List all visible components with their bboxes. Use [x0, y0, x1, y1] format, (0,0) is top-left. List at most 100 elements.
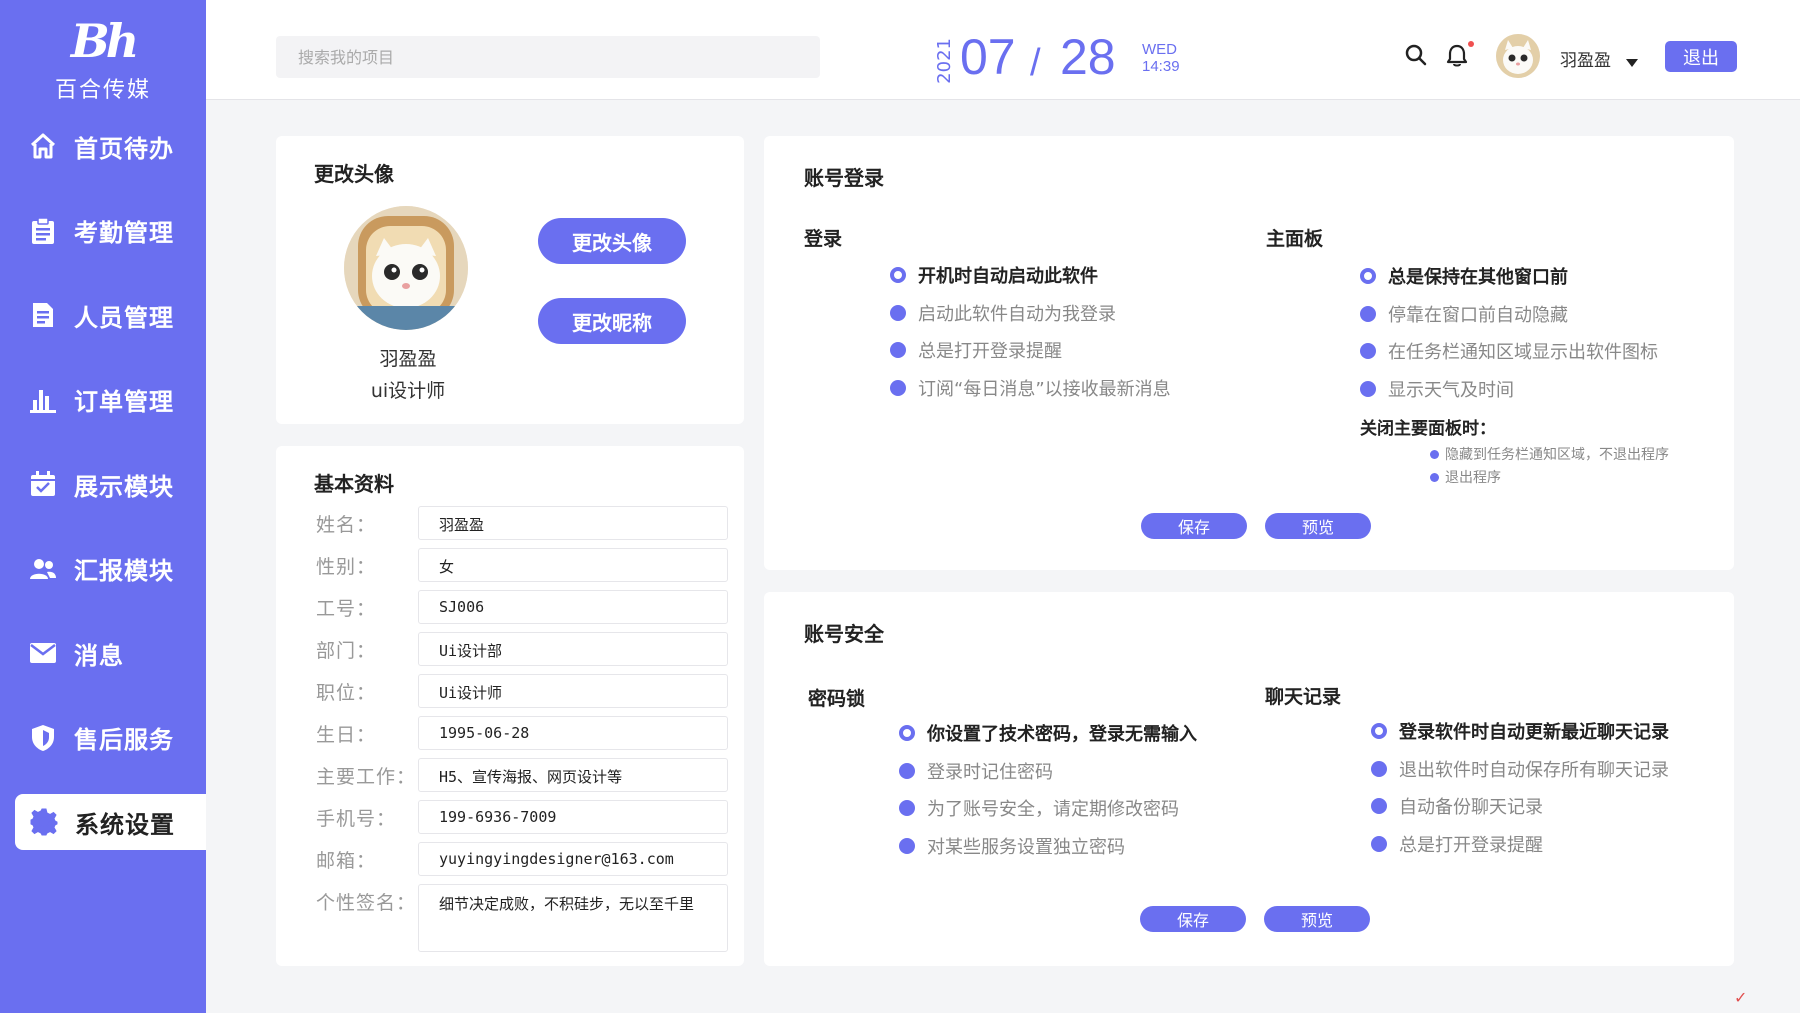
option-chat-login-reminder[interactable]: 总是打开登录提醒 [1371, 831, 1543, 857]
option-save-chat[interactable]: 退出软件时自动保存所有聊天记录 [1371, 756, 1669, 782]
field-value[interactable]: 女 [418, 548, 728, 582]
option-weather-time[interactable]: 显示天气及时间 [1360, 376, 1514, 402]
top-header: 2021 07 / 28 WED 14:39 羽盈盈 退出 [206, 0, 1800, 100]
option-exit-program[interactable]: 退出程序 [1430, 467, 1501, 487]
sidebar-item-settings[interactable]: 系统设置 [15, 794, 206, 850]
change-avatar-button[interactable]: 更改头像 [538, 218, 686, 264]
date-year: 2021 [934, 38, 955, 84]
date-time: 14:39 [1142, 58, 1180, 75]
search-input[interactable] [276, 36, 820, 78]
avatar[interactable] [1496, 34, 1540, 78]
field-label: 工号： [316, 598, 377, 620]
sidebar-item-label: 消息 [74, 641, 124, 670]
sidebar-item-home[interactable]: 首页待办 [0, 118, 206, 174]
account-login-card: 账号登录 登录 开机时自动启动此软件 启动此软件自动为我登录 总是打开登录提醒 … [764, 136, 1734, 570]
field-birthday: 生日： 1995-06-28 [316, 716, 728, 750]
option-auto-start[interactable]: 开机时自动启动此软件 [890, 262, 1098, 288]
field-value[interactable]: H5、宣传海报、网页设计等 [418, 758, 728, 792]
clipboard-icon [28, 216, 58, 246]
field-label: 个性签名： [316, 892, 417, 914]
option-change-password[interactable]: 为了账号安全，请定期修改密码 [899, 795, 1179, 821]
search-icon[interactable] [1405, 44, 1427, 70]
basic-info-card: 基本资料 姓名： 羽盈盈 性别： 女 工号： SJ006 部门： Ui设计部 职位： Ui… [276, 446, 744, 966]
password-subtitle: 密码锁 [808, 688, 866, 710]
field-value[interactable]: Ui设计师 [418, 674, 728, 708]
field-value[interactable]: 羽盈盈 [418, 506, 728, 540]
field-label: 生日： [316, 724, 377, 746]
gear-icon [29, 807, 59, 837]
sidebar-item-report[interactable]: 汇报模块 [0, 541, 206, 597]
radio-dot [1371, 836, 1387, 852]
option-separate-password[interactable]: 对某些服务设置独立密码 [899, 833, 1125, 859]
date-day: 28 [1060, 29, 1116, 85]
option-remember-password[interactable]: 登录时记住密码 [899, 758, 1053, 784]
sidebar-item-attendance[interactable]: 考勤管理 [0, 203, 206, 259]
sidebar-item-after-sales[interactable]: 售后服务 [0, 710, 206, 766]
field-signature: 个性签名： 细节决定成败，不积硅步，无以至千里 [316, 884, 728, 952]
option-always-on-top[interactable]: 总是保持在其他窗口前 [1360, 263, 1568, 289]
radio-dot [1371, 798, 1387, 814]
logo-mark: Bh [70, 14, 139, 68]
option-tech-password[interactable]: 你设置了技术密码，登录无需输入 [899, 720, 1197, 746]
users-icon [28, 554, 58, 584]
field-value[interactable]: 1995-06-28 [418, 716, 728, 750]
field-phone: 手机号： 199-6936-7009 [316, 800, 728, 834]
mail-icon [28, 638, 58, 668]
option-backup-chat[interactable]: 自动备份聊天记录 [1371, 793, 1543, 819]
field-value[interactable]: yuyingyingdesigner@163.com [418, 842, 728, 876]
option-update-chat[interactable]: 登录软件时自动更新最近聊天记录 [1371, 718, 1669, 744]
calendar-check-icon [28, 469, 58, 499]
radio-dot [890, 342, 906, 358]
sidebar-item-label: 订单管理 [74, 388, 174, 416]
field-value[interactable]: 细节决定成败，不积硅步，无以至千里 [418, 884, 728, 952]
field-value[interactable]: 199-6936-7009 [418, 800, 728, 834]
option-login-reminder[interactable]: 总是打开登录提醒 [890, 337, 1062, 363]
field-value[interactable]: Ui设计部 [418, 632, 728, 666]
sidebar-item-messages[interactable]: 消息 [0, 625, 206, 681]
radio-dot [899, 725, 915, 741]
field-label: 职位： [316, 682, 377, 704]
option-auto-hide[interactable]: 停靠在窗口前自动隐藏 [1360, 301, 1568, 327]
radio-dot [1371, 761, 1387, 777]
security-save-button[interactable]: 保存 [1140, 906, 1246, 932]
date-month: 07 [960, 29, 1016, 85]
sidebar-item-orders[interactable]: 订单管理 [0, 372, 206, 428]
login-save-button[interactable]: 保存 [1141, 513, 1247, 539]
change-nickname-button[interactable]: 更改昵称 [538, 298, 686, 344]
option-hide-to-tray[interactable]: 隐藏到任务栏通知区域，不退出程序 [1430, 444, 1669, 464]
field-label: 性别： [316, 556, 377, 578]
option-auto-login[interactable]: 启动此软件自动为我登录 [890, 300, 1116, 326]
field-email: 邮箱： yuyingyingdesigner@163.com [316, 842, 728, 876]
security-preview-button[interactable]: 预览 [1264, 906, 1370, 932]
logout-button[interactable]: 退出 [1665, 41, 1737, 72]
username[interactable]: 羽盈盈 [1560, 46, 1611, 71]
profile-role: ui设计师 [370, 380, 446, 402]
account-login-title: 账号登录 [792, 156, 884, 191]
date-weekday: WED [1142, 41, 1177, 58]
sidebar-item-label: 展示模块 [74, 472, 174, 501]
brand-logo: Bh 百合传媒 [0, 14, 206, 104]
field-position: 职位： Ui设计师 [316, 674, 728, 708]
sidebar-item-display[interactable]: 展示模块 [0, 456, 206, 512]
radio-dot [890, 267, 906, 283]
radio-dot [1360, 268, 1376, 284]
option-tray-icon[interactable]: 在任务栏通知区域显示出软件图标 [1360, 338, 1658, 364]
radio-dot [899, 800, 915, 816]
bell-icon[interactable] [1446, 44, 1468, 72]
radio-dot [1430, 472, 1439, 482]
field-employee-id: 工号： SJ006 [316, 590, 728, 624]
check-icon: ✓ [1734, 988, 1748, 1007]
chevron-down-icon[interactable] [1626, 52, 1638, 71]
radio-dot [899, 838, 915, 854]
document-icon [28, 300, 58, 330]
field-value[interactable]: SJ006 [418, 590, 728, 624]
field-main-work: 主要工作： H5、宣传海报、网页设计等 [316, 758, 728, 792]
chat-subtitle: 聊天记录 [1265, 686, 1342, 708]
radio-dot [1360, 306, 1376, 322]
field-name: 姓名： 羽盈盈 [316, 506, 728, 540]
sidebar-item-label: 系统设置 [75, 810, 175, 839]
option-daily-news[interactable]: 订阅“每日消息”以接收最新消息 [890, 375, 1171, 401]
sidebar-item-staff[interactable]: 人员管理 [0, 287, 206, 343]
brand-name: 百合传媒 [54, 78, 151, 103]
login-preview-button[interactable]: 预览 [1265, 513, 1371, 539]
